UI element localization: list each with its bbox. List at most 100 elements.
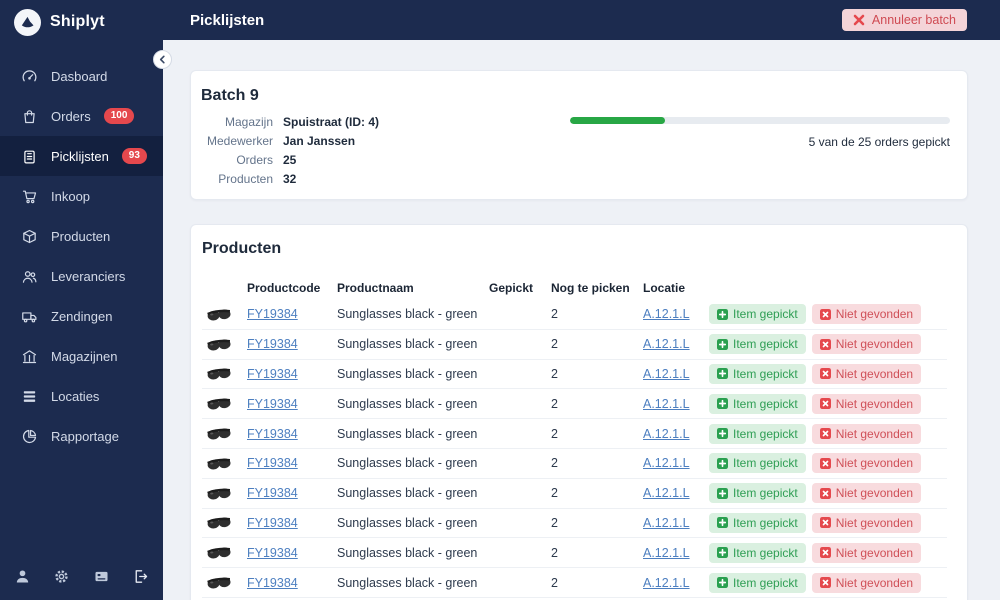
sidebar-item-shipments[interactable]: Zendingen xyxy=(0,296,163,336)
not-found-button[interactable]: Niet gevonden xyxy=(812,483,921,503)
app-logo[interactable]: Shiplyt xyxy=(0,0,163,44)
item-picked-button[interactable]: Item gepickt xyxy=(709,483,806,503)
sidebar-collapse-button[interactable] xyxy=(153,50,172,69)
x-icon xyxy=(820,309,831,320)
x-icon xyxy=(820,458,831,469)
col-topick: Nog te picken xyxy=(551,281,643,295)
product-code-link[interactable]: FY19384 xyxy=(247,456,298,470)
product-code-link[interactable]: FY19384 xyxy=(247,307,298,321)
sidebar-item-products[interactable]: Producten xyxy=(0,216,163,256)
sidebar-item-locations[interactable]: Locaties xyxy=(0,376,163,416)
sidebar-item-reports[interactable]: Rapportage xyxy=(0,416,163,456)
item-picked-button[interactable]: Item gepickt xyxy=(709,573,806,593)
to-pick-count: 2 xyxy=(551,486,643,500)
table-row: FY19384 Sunglasses black - green 2 A.12.… xyxy=(202,449,947,479)
sidebar-item-picklists[interactable]: Picklijsten 93 xyxy=(0,136,163,176)
sidebar-item-label: Picklijsten xyxy=(51,149,109,164)
col-location: Locatie xyxy=(643,281,709,295)
not-found-button[interactable]: Niet gevonden xyxy=(812,334,921,354)
products-card: Producten Productcode Productnaam Gepick… xyxy=(190,224,968,600)
user-icon[interactable] xyxy=(14,568,31,585)
sunglasses-image xyxy=(206,367,232,380)
item-picked-button[interactable]: Item gepickt xyxy=(709,364,806,384)
sidebar-item-warehouses[interactable]: Magazijnen xyxy=(0,336,163,376)
to-pick-count: 2 xyxy=(551,576,643,590)
product-code-link[interactable]: FY19384 xyxy=(247,516,298,530)
sidebar-item-suppliers[interactable]: Leveranciers xyxy=(0,256,163,296)
plus-icon xyxy=(717,398,728,409)
product-thumbnail xyxy=(202,457,247,470)
progress-bar-track xyxy=(570,117,950,124)
sidebar-item-dashboard[interactable]: Dasboard xyxy=(0,56,163,96)
item-picked-button[interactable]: Item gepickt xyxy=(709,513,806,533)
to-pick-count: 2 xyxy=(551,427,643,441)
location-link[interactable]: A.12.1.L xyxy=(643,337,690,351)
logout-icon[interactable] xyxy=(132,568,149,585)
not-found-label: Niet gevonden xyxy=(836,397,913,411)
item-picked-button[interactable]: Item gepickt xyxy=(709,453,806,473)
plus-icon xyxy=(717,458,728,469)
shopping-bag-icon xyxy=(21,108,38,125)
table-row: FY19384 Sunglasses black - green 2 A.12.… xyxy=(202,419,947,449)
batch-fields: Magazijn Spuistraat (ID: 4) Medewerker J… xyxy=(201,115,379,186)
table-row: FY19384 Sunglasses black - green 2 A.12.… xyxy=(202,389,947,419)
location-link[interactable]: A.12.1.L xyxy=(643,576,690,590)
product-code-link[interactable]: FY19384 xyxy=(247,367,298,381)
location-link[interactable]: A.12.1.L xyxy=(643,367,690,381)
truck-icon xyxy=(21,308,38,325)
location-link[interactable]: A.12.1.L xyxy=(643,486,690,500)
item-picked-button[interactable]: Item gepickt xyxy=(709,304,806,324)
location-link[interactable]: A.12.1.L xyxy=(643,516,690,530)
product-thumbnail xyxy=(202,367,247,380)
product-code-link[interactable]: FY19384 xyxy=(247,576,298,590)
gear-icon[interactable] xyxy=(53,568,70,585)
product-code-link[interactable]: FY19384 xyxy=(247,397,298,411)
field-label: Medewerker xyxy=(201,134,273,148)
products-title: Producten xyxy=(202,239,947,258)
not-found-button[interactable]: Niet gevonden xyxy=(812,424,921,444)
not-found-button[interactable]: Niet gevonden xyxy=(812,543,921,563)
field-label: Orders xyxy=(201,153,273,167)
not-found-label: Niet gevonden xyxy=(836,546,913,560)
not-found-button[interactable]: Niet gevonden xyxy=(812,304,921,324)
plus-icon xyxy=(717,309,728,320)
product-code-link[interactable]: FY19384 xyxy=(247,486,298,500)
location-link[interactable]: A.12.1.L xyxy=(643,546,690,560)
location-link[interactable]: A.12.1.L xyxy=(643,456,690,470)
product-code-link[interactable]: FY19384 xyxy=(247,546,298,560)
orders-count-badge: 100 xyxy=(104,108,135,124)
to-pick-count: 2 xyxy=(551,546,643,560)
plus-icon xyxy=(717,368,728,379)
not-found-button[interactable]: Niet gevonden xyxy=(812,453,921,473)
warehouse-icon xyxy=(21,348,38,365)
products-table: Productcode Productnaam Gepickt Nog te p… xyxy=(202,276,947,600)
terminal-icon[interactable] xyxy=(93,568,110,585)
product-code-link[interactable]: FY19384 xyxy=(247,337,298,351)
field-label: Producten xyxy=(201,172,273,186)
table-header-row: Productcode Productnaam Gepickt Nog te p… xyxy=(202,276,947,300)
plus-icon xyxy=(717,488,728,499)
to-pick-count: 2 xyxy=(551,456,643,470)
location-link[interactable]: A.12.1.L xyxy=(643,307,690,321)
item-picked-button[interactable]: Item gepickt xyxy=(709,424,806,444)
sidebar-item-purchasing[interactable]: Inkoop xyxy=(0,176,163,216)
product-name: Sunglasses black - green xyxy=(337,427,489,441)
location-link[interactable]: A.12.1.L xyxy=(643,397,690,411)
not-found-button[interactable]: Niet gevonden xyxy=(812,364,921,384)
col-productname: Productnaam xyxy=(337,281,489,295)
sidebar-item-orders[interactable]: Orders 100 xyxy=(0,96,163,136)
location-link[interactable]: A.12.1.L xyxy=(643,427,690,441)
product-name: Sunglasses black - green xyxy=(337,367,489,381)
product-code-link[interactable]: FY19384 xyxy=(247,427,298,441)
not-found-button[interactable]: Niet gevonden xyxy=(812,513,921,533)
cancel-batch-button[interactable]: Annuleer batch xyxy=(842,9,967,31)
item-picked-button[interactable]: Item gepickt xyxy=(709,334,806,354)
not-found-button[interactable]: Niet gevonden xyxy=(812,573,921,593)
x-icon xyxy=(820,368,831,379)
sidebar-item-label: Magazijnen xyxy=(51,349,118,364)
item-picked-button[interactable]: Item gepickt xyxy=(709,543,806,563)
to-pick-count: 2 xyxy=(551,367,643,381)
not-found-button[interactable]: Niet gevonden xyxy=(812,394,921,414)
item-picked-button[interactable]: Item gepickt xyxy=(709,394,806,414)
table-body: FY19384 Sunglasses black - green 2 A.12.… xyxy=(202,300,947,600)
